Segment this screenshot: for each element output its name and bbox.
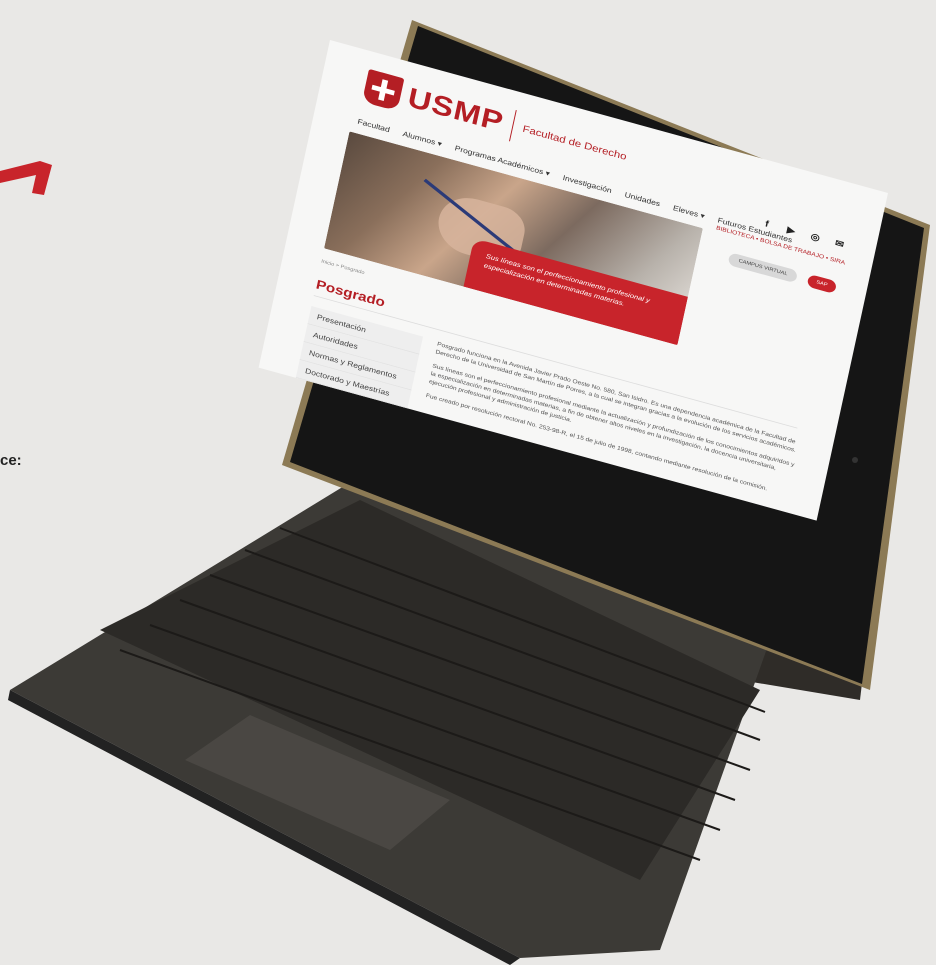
breadcrumb[interactable]: Inicio > Posgrado [321,259,365,276]
campus-virtual-button[interactable]: CAMPUS VIRTUAL [727,252,799,284]
nav-item-alumnos[interactable]: Alumnos ▾ [402,130,443,149]
photo-scene: ce: USMP Facultad de Derecho Facultad Al… [0,0,936,965]
logo-name: USMP [405,81,507,138]
university-shield-icon [361,68,405,112]
nav-item-eleves[interactable]: Eleves ▾ [672,204,705,221]
instagram-icon[interactable]: ◎ [806,229,824,246]
sap-button[interactable]: SAP [806,273,838,295]
logo-subtitle: Facultad de Derecho [521,122,628,162]
nav-item-facultad[interactable]: Facultad [357,117,391,134]
mail-icon[interactable]: ✉ [831,236,849,253]
logo-divider [509,110,517,142]
nav-item-unidades[interactable]: Unidades [624,190,661,208]
